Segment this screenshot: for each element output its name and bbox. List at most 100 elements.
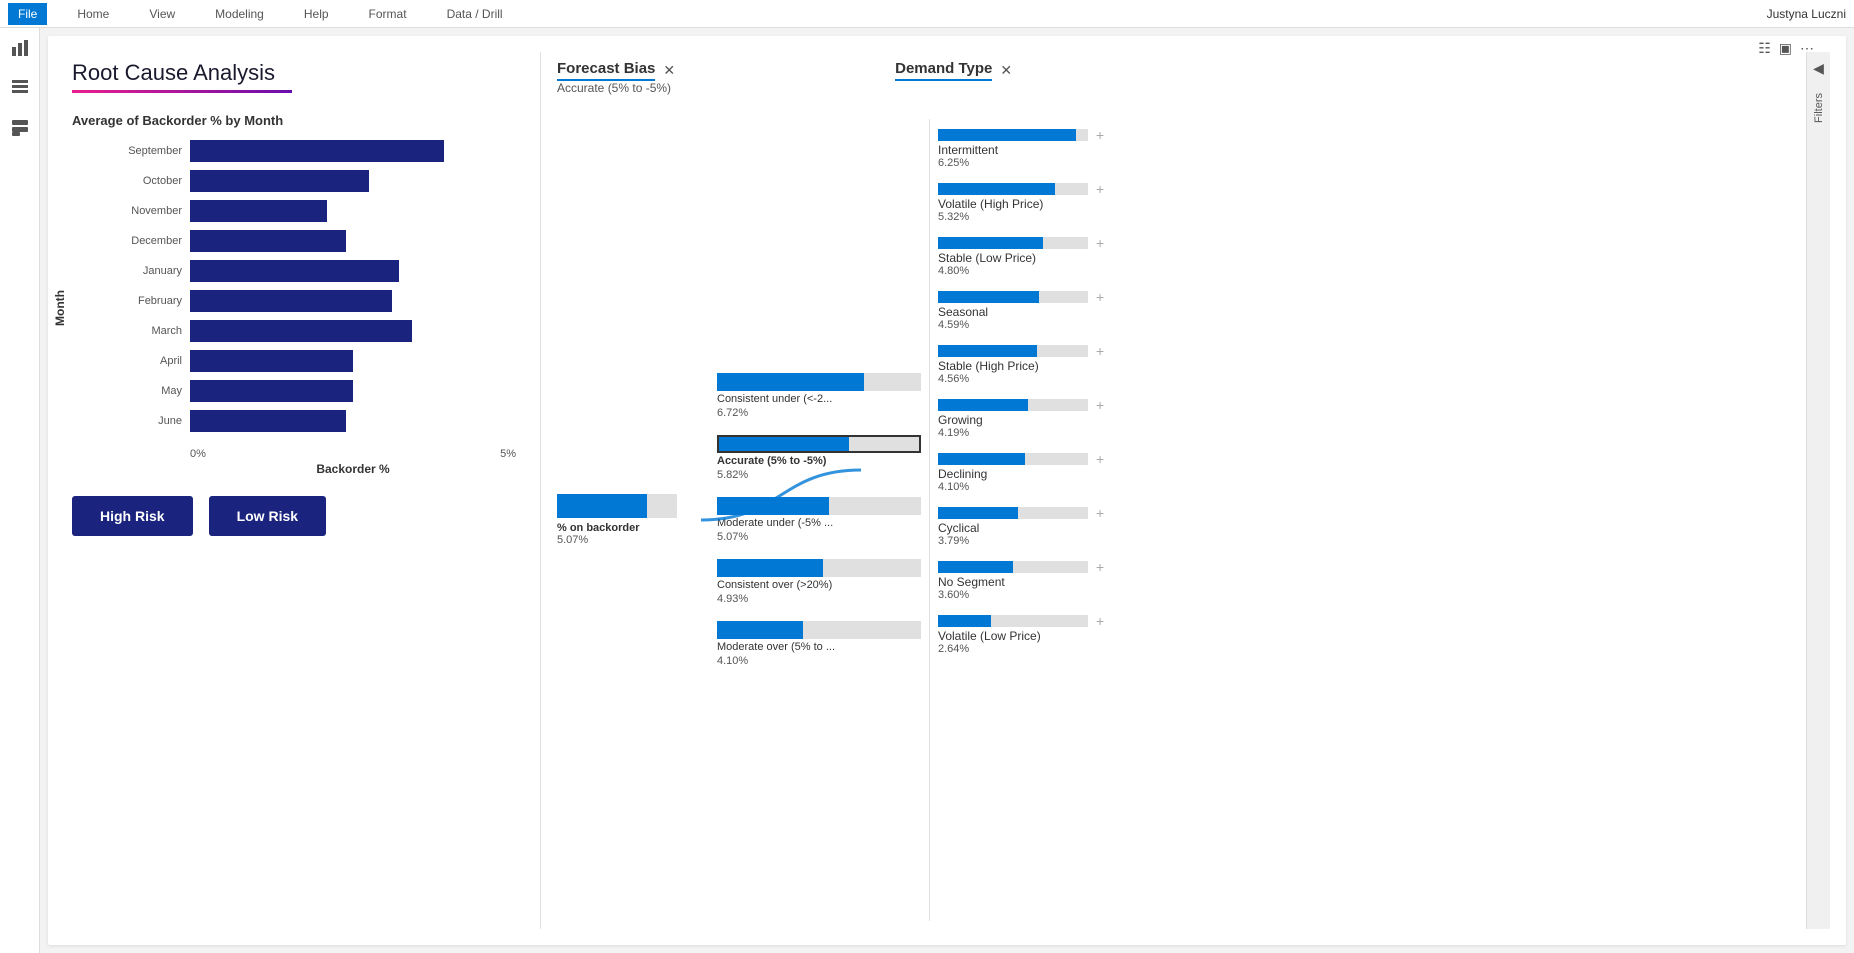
demand-label: Cyclical (938, 521, 1181, 535)
demand-item: + No Segment 3.60% (938, 559, 1181, 601)
x-tick-1: 5% (500, 448, 516, 460)
demand-add-icon[interactable]: + (1096, 505, 1104, 521)
bar-chart-wrapper: Month September October November Decembe… (72, 140, 516, 476)
demand-add-icon[interactable]: + (1096, 181, 1104, 197)
demand-label: Growing (938, 413, 1181, 427)
demand-value: 3.79% (938, 535, 1181, 547)
bar-fill (190, 320, 412, 342)
demand-bar-row: + (938, 343, 1181, 359)
bar-fill (190, 350, 353, 372)
bar-track (190, 320, 516, 342)
filters-label: Filters (1813, 93, 1825, 123)
demand-value: 3.60% (938, 589, 1181, 601)
forecast-bar-track (717, 559, 921, 577)
demand-item: + Stable (High Price) 4.56% (938, 343, 1181, 385)
demand-add-icon[interactable]: + (1096, 289, 1104, 305)
forecast-bar-fill (717, 559, 823, 577)
more-icon[interactable]: ⋯ (1800, 40, 1814, 57)
demand-add-icon[interactable]: + (1096, 451, 1104, 467)
demand-label: Declining (938, 467, 1181, 481)
y-axis-label: Month (53, 290, 67, 326)
demand-bar-fill (938, 345, 1037, 357)
demand-item: + Intermittent 6.25% (938, 127, 1181, 169)
bar-row: September (102, 140, 516, 162)
bar-track (190, 170, 516, 192)
section-title: Root Cause Analysis (72, 60, 516, 86)
tab-format[interactable]: Format (359, 3, 417, 25)
demand-bar-row: + (938, 397, 1181, 413)
demand-item: + Cyclical 3.79% (938, 505, 1181, 547)
forecast-bar-item: Consistent under (<-2... 6.72% (717, 373, 921, 419)
forecast-bar-label: Consistent over (>20%) (717, 579, 921, 591)
tab-help[interactable]: Help (294, 3, 339, 25)
tab-modeling[interactable]: Modeling (205, 3, 274, 25)
demand-type-close[interactable]: ✕ (1000, 62, 1012, 79)
demand-value: 4.56% (938, 373, 1181, 385)
demand-label: Stable (Low Price) (938, 251, 1181, 265)
demand-bar-fill (938, 561, 1013, 573)
bar-label: October (102, 175, 182, 187)
demand-add-icon[interactable]: + (1096, 559, 1104, 575)
bar-label: September (102, 145, 182, 157)
bar-fill (190, 200, 327, 222)
demand-add-icon[interactable]: + (1096, 235, 1104, 251)
demand-value: 4.59% (938, 319, 1181, 331)
chevron-right-icon[interactable]: ◀ (1813, 60, 1824, 77)
demand-bar-fill (938, 237, 1043, 249)
forecast-bar-value: 4.93% (717, 593, 921, 605)
demand-item: + Volatile (Low Price) 2.64% (938, 613, 1181, 655)
bar-row: December (102, 230, 516, 252)
forecast-bias-close[interactable]: ✕ (663, 62, 675, 79)
nav-bar-chart-icon[interactable] (8, 36, 32, 60)
bar-row: October (102, 170, 516, 192)
nav-layers-icon[interactable] (8, 116, 32, 140)
nav-table-icon[interactable] (8, 76, 32, 100)
high-risk-button[interactable]: High Risk (72, 496, 193, 536)
low-risk-button[interactable]: Low Risk (209, 496, 326, 536)
forecast-title-row: Forecast Bias ✕ (557, 60, 675, 81)
forecast-bars: Consistent under (<-2... 6.72% Accurate … (709, 119, 929, 921)
demand-bar-row: + (938, 451, 1181, 467)
demand-value: 4.10% (938, 481, 1181, 493)
forecast-bar-item: Consistent over (>20%) 4.93% (717, 559, 921, 605)
x-axis: 0% 5% (102, 448, 516, 460)
bar-label: May (102, 385, 182, 397)
demand-add-icon[interactable]: + (1096, 397, 1104, 413)
forecast-bar-fill (717, 497, 829, 515)
demand-label: No Segment (938, 575, 1181, 589)
tab-home[interactable]: Home (67, 3, 119, 25)
demand-add-icon[interactable]: + (1096, 613, 1104, 629)
right-filters[interactable]: ◀ Filters (1806, 52, 1830, 929)
bar-label: April (102, 355, 182, 367)
middle-section: Forecast Bias ✕ Accurate (5% to -5%) Dem… (540, 52, 1790, 929)
title-underline (72, 90, 292, 93)
forecast-bias-header: Forecast Bias ✕ Accurate (5% to -5%) (557, 60, 675, 111)
content-area: ☷ ▣ ⋯ Root Cause Analysis Average of Bac… (40, 28, 1854, 953)
bar-track (190, 410, 516, 432)
demand-label: Volatile (High Price) (938, 197, 1181, 211)
demand-bar-row: + (938, 127, 1181, 143)
forecast-bar-track (717, 435, 921, 453)
forecast-bar-value: 5.82% (717, 469, 921, 481)
bar-row: January (102, 260, 516, 282)
bar-track (190, 290, 516, 312)
demand-bar-track (938, 291, 1088, 303)
bar-row: May (102, 380, 516, 402)
forecast-bar-value: 5.07% (717, 531, 921, 543)
forecast-bar-item: Accurate (5% to -5%) 5.82% (717, 435, 921, 481)
demand-label: Intermittent (938, 143, 1181, 157)
forecast-bias-title: Forecast Bias (557, 60, 655, 81)
demand-bar-row: + (938, 559, 1181, 575)
forecast-bar-label: Moderate over (5% to ... (717, 641, 921, 653)
demand-bar-fill (938, 399, 1028, 411)
tab-file[interactable]: File (8, 3, 47, 25)
forecast-bias-subtitle: Accurate (5% to -5%) (557, 81, 675, 95)
demand-bar-row: + (938, 289, 1181, 305)
forecast-bar-fill (717, 373, 864, 391)
demand-add-icon[interactable]: + (1096, 127, 1104, 143)
demand-bar-row: + (938, 613, 1181, 629)
bar-fill (190, 170, 369, 192)
tab-data-drill[interactable]: Data / Drill (437, 3, 513, 25)
tab-view[interactable]: View (139, 3, 185, 25)
demand-add-icon[interactable]: + (1096, 343, 1104, 359)
